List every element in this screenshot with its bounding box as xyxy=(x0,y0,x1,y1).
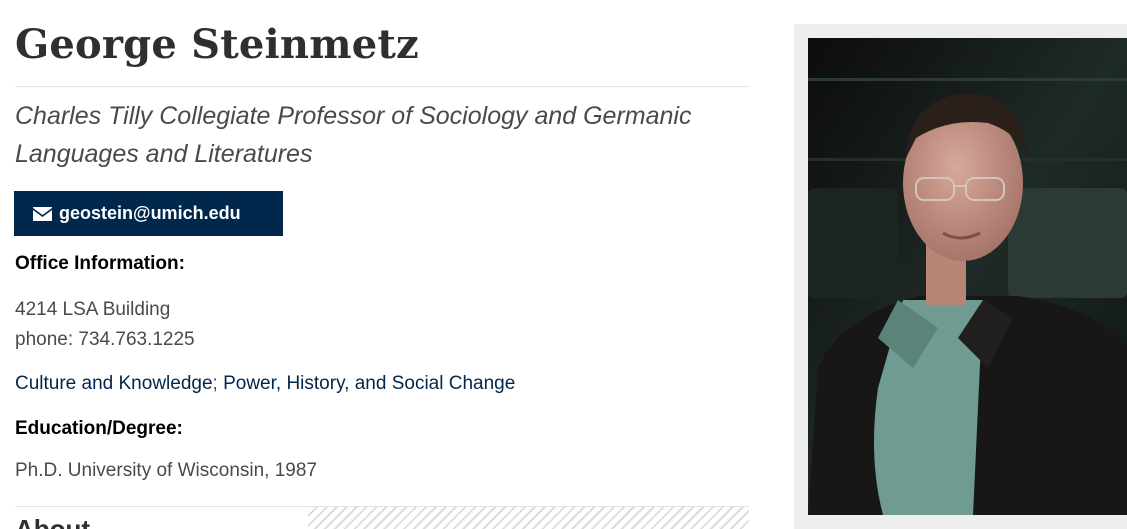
office-heading: Office Information: xyxy=(15,253,185,274)
envelope-icon xyxy=(32,206,59,222)
hatch-decoration xyxy=(308,507,749,529)
area-separator: ; xyxy=(212,373,218,394)
profile-title: Charles Tilly Collegiate Professor of So… xyxy=(15,102,692,168)
email-label: geostein@umich.edu xyxy=(59,203,241,223)
research-areas: Culture and Knowledge; Power, History, a… xyxy=(15,373,515,395)
office-location: 4214 LSA Building xyxy=(15,299,171,320)
education-degree: Ph.D. University of Wisconsin, 1987 xyxy=(15,460,318,481)
office-info: 4214 LSA Building phone: 734.763.1225 xyxy=(15,295,195,355)
about-heading: About xyxy=(15,514,91,529)
title-divider xyxy=(15,86,749,87)
area-link-culture[interactable]: Culture and Knowledge xyxy=(15,373,213,394)
page-title: George Steinmetz xyxy=(15,21,419,68)
profile-page: George Steinmetz Charles Tilly Collegiat… xyxy=(0,0,1127,529)
profile-photo xyxy=(808,38,1127,515)
education-heading: Education/Degree: xyxy=(15,418,183,439)
area-link-power[interactable]: Power, History, and Social Change xyxy=(223,373,515,394)
office-phone: phone: 734.763.1225 xyxy=(15,329,195,350)
email-button[interactable]: geostein@umich.edu xyxy=(14,191,283,236)
